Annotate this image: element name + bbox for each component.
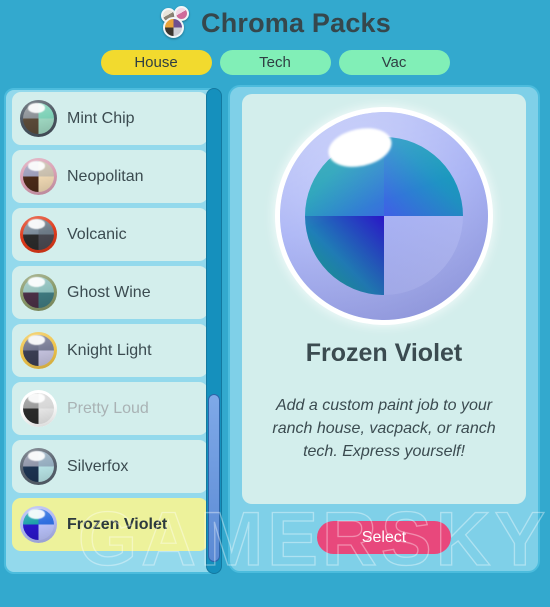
- list-item-label: Pretty Loud: [67, 399, 149, 417]
- swatch-highlight: [28, 508, 46, 519]
- chroma-swatch-icon: [20, 100, 57, 137]
- swatch-highlight: [28, 160, 46, 171]
- list-item-label: Mint Chip: [67, 109, 135, 127]
- list-item[interactable]: Silverfox: [12, 440, 208, 493]
- chroma-preview: [280, 112, 488, 320]
- list-item-label: Silverfox: [67, 457, 129, 475]
- detail-description: Add a custom paint job to your ranch hou…: [272, 397, 496, 461]
- select-button[interactable]: Select: [317, 521, 451, 554]
- swatch-highlight: [28, 276, 46, 287]
- chroma-list-panel: Mint Chip Neopolitan Volcanic Ghost Wine Kni…: [4, 88, 220, 574]
- tab-vac[interactable]: Vac: [338, 50, 450, 75]
- list-item[interactable]: Pretty Loud: [12, 382, 208, 435]
- chroma-swatch-icon: [20, 332, 57, 369]
- swatch-highlight: [28, 450, 46, 461]
- list-scrollbar[interactable]: [206, 88, 222, 574]
- chroma-ball-cluster-icon: [159, 6, 193, 40]
- list-item[interactable]: Knight Light: [12, 324, 208, 377]
- chroma-swatch-icon: [20, 216, 57, 253]
- list-item-label: Neopolitan: [67, 167, 144, 185]
- chroma-swatch-icon: [20, 448, 57, 485]
- detail-panel: Frozen Violet Add a custom paint job to …: [228, 85, 540, 573]
- chroma-list: Mint Chip Neopolitan Volcanic Ghost Wine Kni…: [6, 90, 218, 562]
- category-tabs: House Tech Vac: [0, 50, 550, 76]
- tab-tech[interactable]: Tech: [219, 50, 331, 75]
- detail-title: Frozen Violet: [305, 339, 463, 367]
- swatch-highlight: [28, 218, 46, 229]
- chroma-swatch-icon: [20, 390, 57, 427]
- header: Chroma Packs: [0, 0, 550, 46]
- list-item-label: Volcanic: [67, 225, 127, 243]
- tab-house[interactable]: House: [100, 50, 212, 75]
- list-item[interactable]: Mint Chip: [12, 92, 208, 145]
- swatch-highlight: [28, 334, 46, 345]
- detail-card: Frozen Violet Add a custom paint job to …: [242, 94, 526, 504]
- page-title: Chroma Packs: [201, 7, 391, 38]
- swatch-highlight: [28, 392, 46, 403]
- list-item[interactable]: Volcanic: [12, 208, 208, 261]
- list-item-label: Frozen Violet: [67, 515, 168, 533]
- list-item[interactable]: Neopolitan: [12, 150, 208, 203]
- preview-sphere-icon: [280, 112, 488, 320]
- chroma-swatch-icon: [20, 274, 57, 311]
- swatch-highlight: [28, 102, 46, 113]
- chroma-swatch-icon: [20, 158, 57, 195]
- cluster-ball-main: [163, 17, 184, 38]
- list-item-label: Knight Light: [67, 341, 152, 359]
- list-item[interactable]: Frozen Violet: [12, 498, 208, 551]
- list-scrollbar-thumb[interactable]: [208, 394, 220, 562]
- list-item-label: Ghost Wine: [67, 283, 151, 301]
- chroma-swatch-icon: [20, 506, 57, 543]
- list-item[interactable]: Ghost Wine: [12, 266, 208, 319]
- chroma-packs-screen: Chroma Packs House Tech Vac Mint Chip Neopo…: [0, 0, 550, 607]
